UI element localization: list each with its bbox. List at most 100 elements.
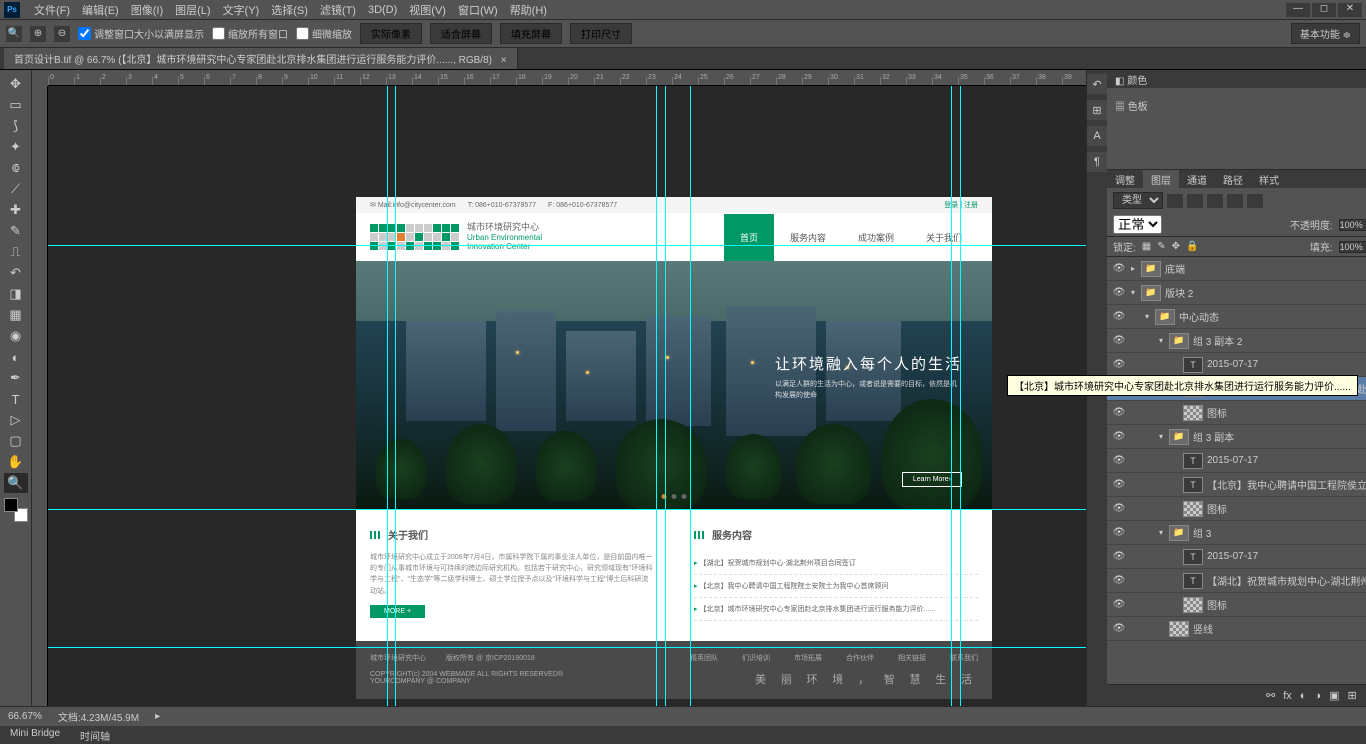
color-swatches[interactable] [4,498,28,522]
brush-tool[interactable]: ✎ [4,221,28,241]
path-select-tool[interactable]: ▷ [4,410,28,430]
doc-size[interactable]: 文档:4.23M/45.9M [58,709,139,724]
minimize-button[interactable]: — [1286,3,1310,17]
visibility-toggle-icon[interactable]: 👁 [1107,503,1131,514]
layer-name[interactable]: 2015-07-17 [1207,551,1366,562]
menu-filter[interactable]: 滤镜(T) [314,2,362,18]
layer-name[interactable]: 组 3 副本 [1193,429,1366,444]
zoom-in-icon[interactable]: ⊕ [30,26,46,42]
history-brush-tool[interactable]: ↶ [4,263,28,283]
layer-name[interactable]: 竖线 [1193,621,1366,636]
lock-all-icon[interactable]: 🔒 [1186,241,1198,252]
wand-tool[interactable]: ✦ [4,137,28,157]
lock-pos-icon[interactable]: ✥ [1172,241,1180,252]
move-tool[interactable]: ✥ [4,74,28,94]
type-tool[interactable]: T [4,389,28,409]
eyedropper-tool[interactable]: ⟋ [4,179,28,199]
visibility-toggle-icon[interactable]: 👁 [1107,479,1131,490]
layers-list[interactable]: 👁▸📁底端👁▾📁版块 2👁▾📁中心动态👁▾📁组 3 副本 2👁T2015-07-… [1107,257,1366,684]
stamp-tool[interactable]: ⎍ [4,242,28,262]
menu-view[interactable]: 视图(V) [403,2,452,18]
mini-bridge-tab[interactable]: Mini Bridge [0,726,70,744]
new-layer-icon[interactable]: ⊞ [1347,689,1356,702]
crop-tool[interactable]: ⟃ [4,158,28,178]
visibility-toggle-icon[interactable]: 👁 [1107,431,1131,442]
lasso-tool[interactable]: ⟆ [4,116,28,136]
maximize-button[interactable]: ◻ [1312,3,1336,17]
shape-tool[interactable]: ▢ [4,431,28,451]
paths-tab[interactable]: 路径 [1215,170,1251,188]
print-size-button[interactable]: 打印尺寸 [570,23,632,44]
filter-text-icon[interactable] [1207,194,1223,208]
layer-row[interactable]: 👁 图标 [1107,593,1366,617]
fill-screen-button[interactable]: 填充屏幕 [500,23,562,44]
blur-tool[interactable]: ◉ [4,326,28,346]
menu-3d[interactable]: 3D(D) [362,4,403,16]
visibility-toggle-icon[interactable]: 👁 [1107,599,1131,610]
menu-image[interactable]: 图像(I) [125,2,169,18]
menu-edit[interactable]: 编辑(E) [76,2,125,18]
layer-name[interactable]: 图标 [1207,405,1366,420]
visibility-toggle-icon[interactable]: 👁 [1107,335,1131,346]
lock-pixel-icon[interactable]: ✎ [1157,241,1165,252]
expand-arrow-icon[interactable]: ▾ [1159,432,1169,441]
layer-row[interactable]: 👁T2015-07-17 [1107,353,1366,377]
actual-pixels-button[interactable]: 实际像素 [360,23,422,44]
layer-name[interactable]: 图标 [1207,501,1366,516]
visibility-toggle-icon[interactable]: 👁 [1107,359,1131,370]
filter-shape-icon[interactable] [1227,194,1243,208]
ruler-origin[interactable] [32,70,48,86]
dodge-tool[interactable]: ◐ [4,347,28,367]
vertical-ruler[interactable] [32,86,48,706]
visibility-toggle-icon[interactable]: 👁 [1107,575,1131,586]
timeline-tab[interactable]: 时间轴 [70,726,120,744]
menu-window[interactable]: 窗口(W) [452,2,504,18]
layer-row[interactable]: 👁▸📁底端 [1107,257,1366,281]
marquee-tool[interactable]: ▭ [4,95,28,115]
visibility-toggle-icon[interactable]: 👁 [1107,623,1131,634]
filter-kind-select[interactable]: 类型 [1113,192,1163,209]
eraser-tool[interactable]: ◨ [4,284,28,304]
resize-windows-check[interactable]: 调整窗口大小以满屏显示 [78,26,204,41]
menu-file[interactable]: 文件(F) [28,2,76,18]
horizontal-ruler[interactable]: 0123456789101112131415161718192021222324… [48,70,1086,86]
layer-name[interactable]: 2015-07-17 [1207,455,1366,466]
visibility-toggle-icon[interactable]: 👁 [1107,527,1131,538]
layer-row[interactable]: 👁▾📁组 3 副本 [1107,425,1366,449]
layer-name[interactable]: 组 3 副本 2 [1193,333,1366,348]
zoom-level[interactable]: 66.67% [8,711,42,722]
filter-adjust-icon[interactable] [1187,194,1203,208]
fit-screen-button[interactable]: 适合屏幕 [430,23,492,44]
close-button[interactable]: ✕ [1338,3,1362,17]
close-tab-icon[interactable]: × [501,55,507,66]
layer-row[interactable]: 👁图标 [1107,401,1366,425]
adjustments-tab[interactable]: 调整 [1107,170,1143,188]
menu-select[interactable]: 选择(S) [265,2,314,18]
layer-row[interactable]: 👁▾📁版块 2 [1107,281,1366,305]
layer-row[interactable]: 👁▾📁中心动态 [1107,305,1366,329]
menu-layer[interactable]: 图层(L) [169,2,216,18]
layer-name[interactable]: 版块 2 [1165,285,1366,300]
layer-row[interactable]: 👁T2015-07-17 [1107,449,1366,473]
blend-mode-select[interactable]: 正常 [1113,215,1162,234]
expand-arrow-icon[interactable]: ▾ [1159,336,1169,345]
expand-arrow-icon[interactable]: ▾ [1131,288,1141,297]
character-panel-icon[interactable]: A [1087,126,1107,146]
styles-tab[interactable]: 样式 [1251,170,1287,188]
fx-icon[interactable]: fx [1283,690,1292,702]
hand-tool[interactable]: ✋ [4,452,28,472]
visibility-toggle-icon[interactable]: 👁 [1107,263,1131,274]
layer-row[interactable]: 👁T【北京】我中心聘请中国工程院侯立... [1107,473,1366,497]
layer-row[interactable]: 👁T2015-07-17 [1107,545,1366,569]
paragraph-panel-icon[interactable]: ¶ [1087,152,1107,172]
layer-row[interactable]: 👁▾📁组 3 [1107,521,1366,545]
status-arrow-icon[interactable]: ▸ [155,711,160,722]
canvas-content[interactable]: ✉ Mail:info@citycenter.com T: 086+010-67… [48,86,1086,706]
layer-name[interactable]: 中心动态 [1179,309,1366,324]
layer-name[interactable]: 组 3 [1193,525,1366,540]
layer-row[interactable]: 👁▾📁组 3 副本 2 [1107,329,1366,353]
layer-name[interactable]: 图标 [1207,597,1366,612]
expand-arrow-icon[interactable]: ▾ [1159,528,1169,537]
history-panel-icon[interactable]: ↶ [1087,74,1107,94]
layer-name[interactable]: 2015-07-17 [1207,359,1366,370]
